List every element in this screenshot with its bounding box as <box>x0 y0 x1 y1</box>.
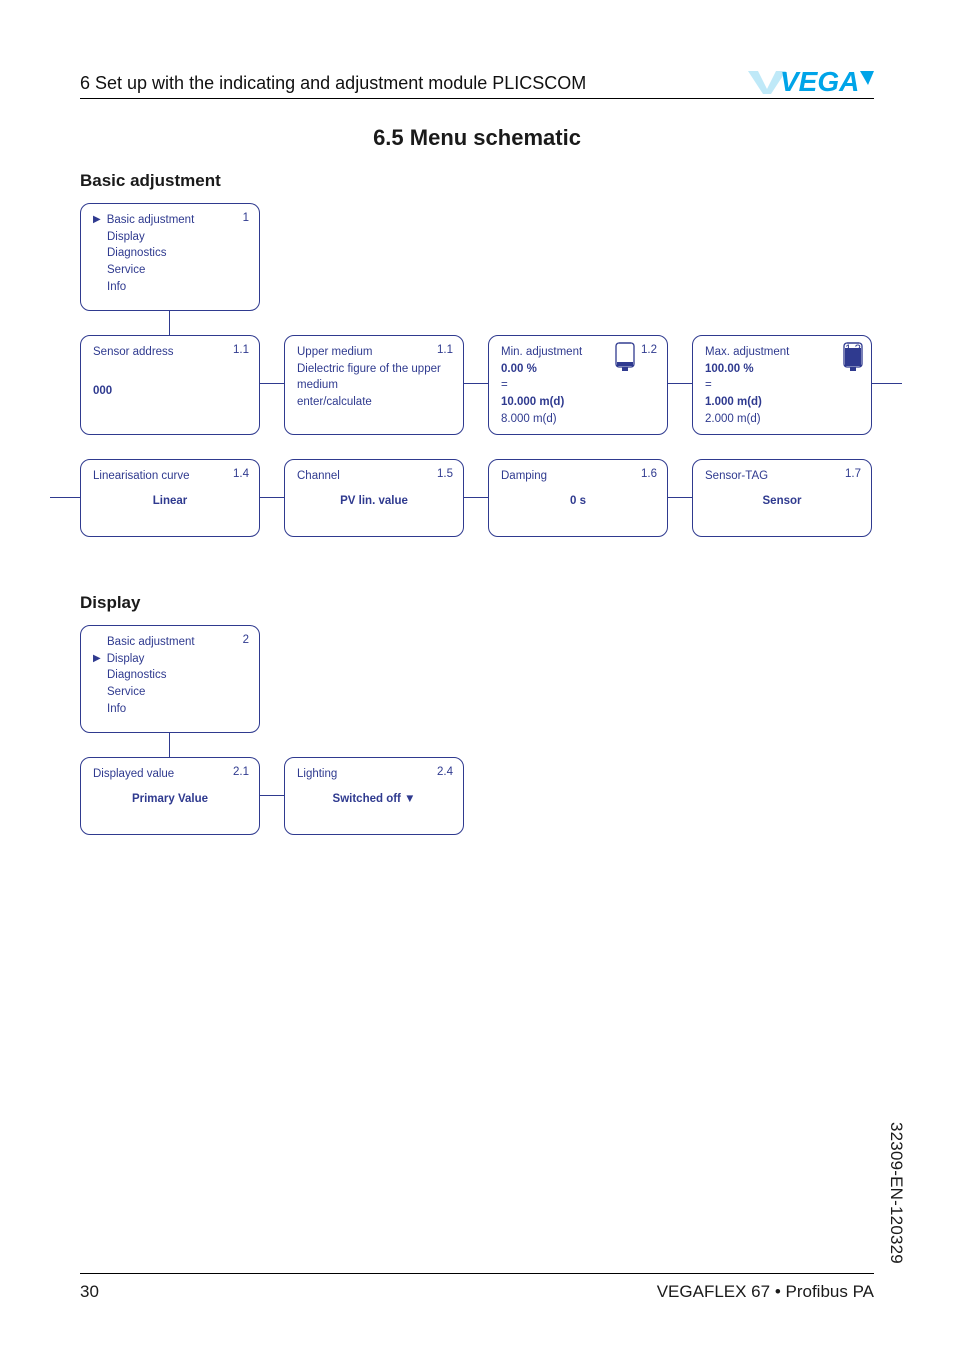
box-min-adjustment: 1.2 Min. adjustment 0.00 % = 10.000 m(d)… <box>488 335 668 435</box>
box-title: Max. adjustment <box>705 344 859 361</box>
connector <box>464 497 488 498</box>
box-title: Displayed value <box>93 766 247 783</box>
product-name: VEGAFLEX 67 • Profibus PA <box>657 1282 874 1302</box>
box-value: 10.000 m(d) <box>501 394 655 411</box>
menu-item: Diagnostics <box>107 245 247 262</box>
box-eq: = <box>501 377 655 394</box>
box-value: PV lin. value <box>297 493 451 510</box>
connector <box>872 383 902 384</box>
connector <box>260 383 284 384</box>
box-number: 1.1 <box>437 342 453 359</box>
menu-item: Basic adjustment <box>107 634 247 651</box>
box-number: 1 <box>243 210 249 227</box>
connector <box>668 383 692 384</box>
box-value: 1.000 m(d) <box>705 394 859 411</box>
box-number: 1.4 <box>233 466 249 483</box>
box-number: 1.1 <box>233 342 249 359</box>
box-number: 1.7 <box>845 466 861 483</box>
menu-box-1: 1 ▶Basic adjustment Display Diagnostics … <box>80 203 260 311</box>
svg-text:VEGA: VEGA <box>780 66 859 96</box>
box-title: Sensor-TAG <box>705 468 859 485</box>
box-upper-medium: 1.1 Upper medium Dielectric figure of th… <box>284 335 464 435</box>
tank-full-icon <box>841 342 865 372</box>
menu-item: Info <box>107 701 247 718</box>
tank-empty-icon <box>613 342 637 372</box>
box-line: Dielectric figure of the upper <box>297 361 451 378</box>
page-content: 6 Set up with the indicating and adjustm… <box>80 66 874 1294</box>
box-value: Primary Value <box>93 791 247 808</box>
connector <box>169 733 170 757</box>
menu-box-2: 2 Basic adjustment ▶Display Diagnostics … <box>80 625 260 733</box>
box-value: Sensor <box>705 493 859 510</box>
box-linearisation: 1.4 Linearisation curve Linear <box>80 459 260 537</box>
box-title: Upper medium <box>297 344 451 361</box>
box-value: 2.000 m(d) <box>705 411 859 428</box>
box-title: Damping <box>501 468 655 485</box>
menu-item: Diagnostics <box>107 667 247 684</box>
box-max-adjustment: 1.3 Max. adjustment 100.00 % = 1.000 m(d… <box>692 335 872 435</box>
box-sensor-tag: 1.7 Sensor-TAG Sensor <box>692 459 872 537</box>
box-line: enter/calculate <box>297 394 451 411</box>
page-number: 30 <box>80 1282 99 1302</box>
box-number: 1.2 <box>641 342 657 359</box>
box-title: Channel <box>297 468 451 485</box>
menu-item: Display <box>107 651 145 668</box>
page-header: 6 Set up with the indicating and adjustm… <box>80 66 874 94</box>
chapter-heading: 6 Set up with the indicating and adjustm… <box>80 73 586 94</box>
header-rule <box>80 98 874 99</box>
subheading-display: Display <box>80 593 874 613</box>
connector <box>464 383 488 384</box>
box-value: Switched off ▼ <box>297 791 451 808</box>
document-code: 32309-EN-120329 <box>886 1122 906 1264</box>
connector <box>668 497 692 498</box>
footer-rule <box>80 1273 874 1274</box>
connector <box>50 497 80 498</box>
menu-item: Service <box>107 684 247 701</box>
box-title: Sensor address <box>93 344 247 361</box>
menu-item: Info <box>107 279 247 296</box>
connector <box>260 795 284 796</box>
box-channel: 1.5 Channel PV lin. value <box>284 459 464 537</box>
menu-item: Display <box>107 229 247 246</box>
section-title: 6.5 Menu schematic <box>80 125 874 151</box>
box-lighting: 2.4 Lighting Switched off ▼ <box>284 757 464 835</box>
box-title: Linearisation curve <box>93 468 247 485</box>
box-value: 0 s <box>501 493 655 510</box>
box-value: Linear <box>93 493 247 510</box>
vega-logo: VEGA <box>744 66 874 96</box>
box-number: 2.1 <box>233 764 249 781</box>
box-number: 1.6 <box>641 466 657 483</box>
menu-item: Service <box>107 262 247 279</box>
box-value: 8.000 m(d) <box>501 411 655 428</box>
diagram-basic-adjustment: 1 ▶Basic adjustment Display Diagnostics … <box>80 203 874 593</box>
box-displayed-value: 2.1 Displayed value Primary Value <box>80 757 260 835</box>
box-damping: 1.6 Damping 0 s <box>488 459 668 537</box>
box-value: 000 <box>93 383 247 400</box>
box-pct: 100.00 % <box>705 361 859 378</box>
box-number: 1.5 <box>437 466 453 483</box>
play-icon: ▶ <box>93 213 101 228</box>
box-sensor-address: 1.1 Sensor address 000 <box>80 335 260 435</box>
box-title: Lighting <box>297 766 451 783</box>
box-number: 2 <box>243 632 249 649</box>
box-line: medium <box>297 377 451 394</box>
box-number: 2.4 <box>437 764 453 781</box>
box-eq: = <box>705 377 859 394</box>
play-icon: ▶ <box>93 652 101 667</box>
menu-item: Basic adjustment <box>107 212 195 229</box>
connector <box>260 497 284 498</box>
connector <box>169 311 170 335</box>
diagram-display: 2 Basic adjustment ▶Display Diagnostics … <box>80 625 874 885</box>
subheading-basic-adjustment: Basic adjustment <box>80 171 874 191</box>
